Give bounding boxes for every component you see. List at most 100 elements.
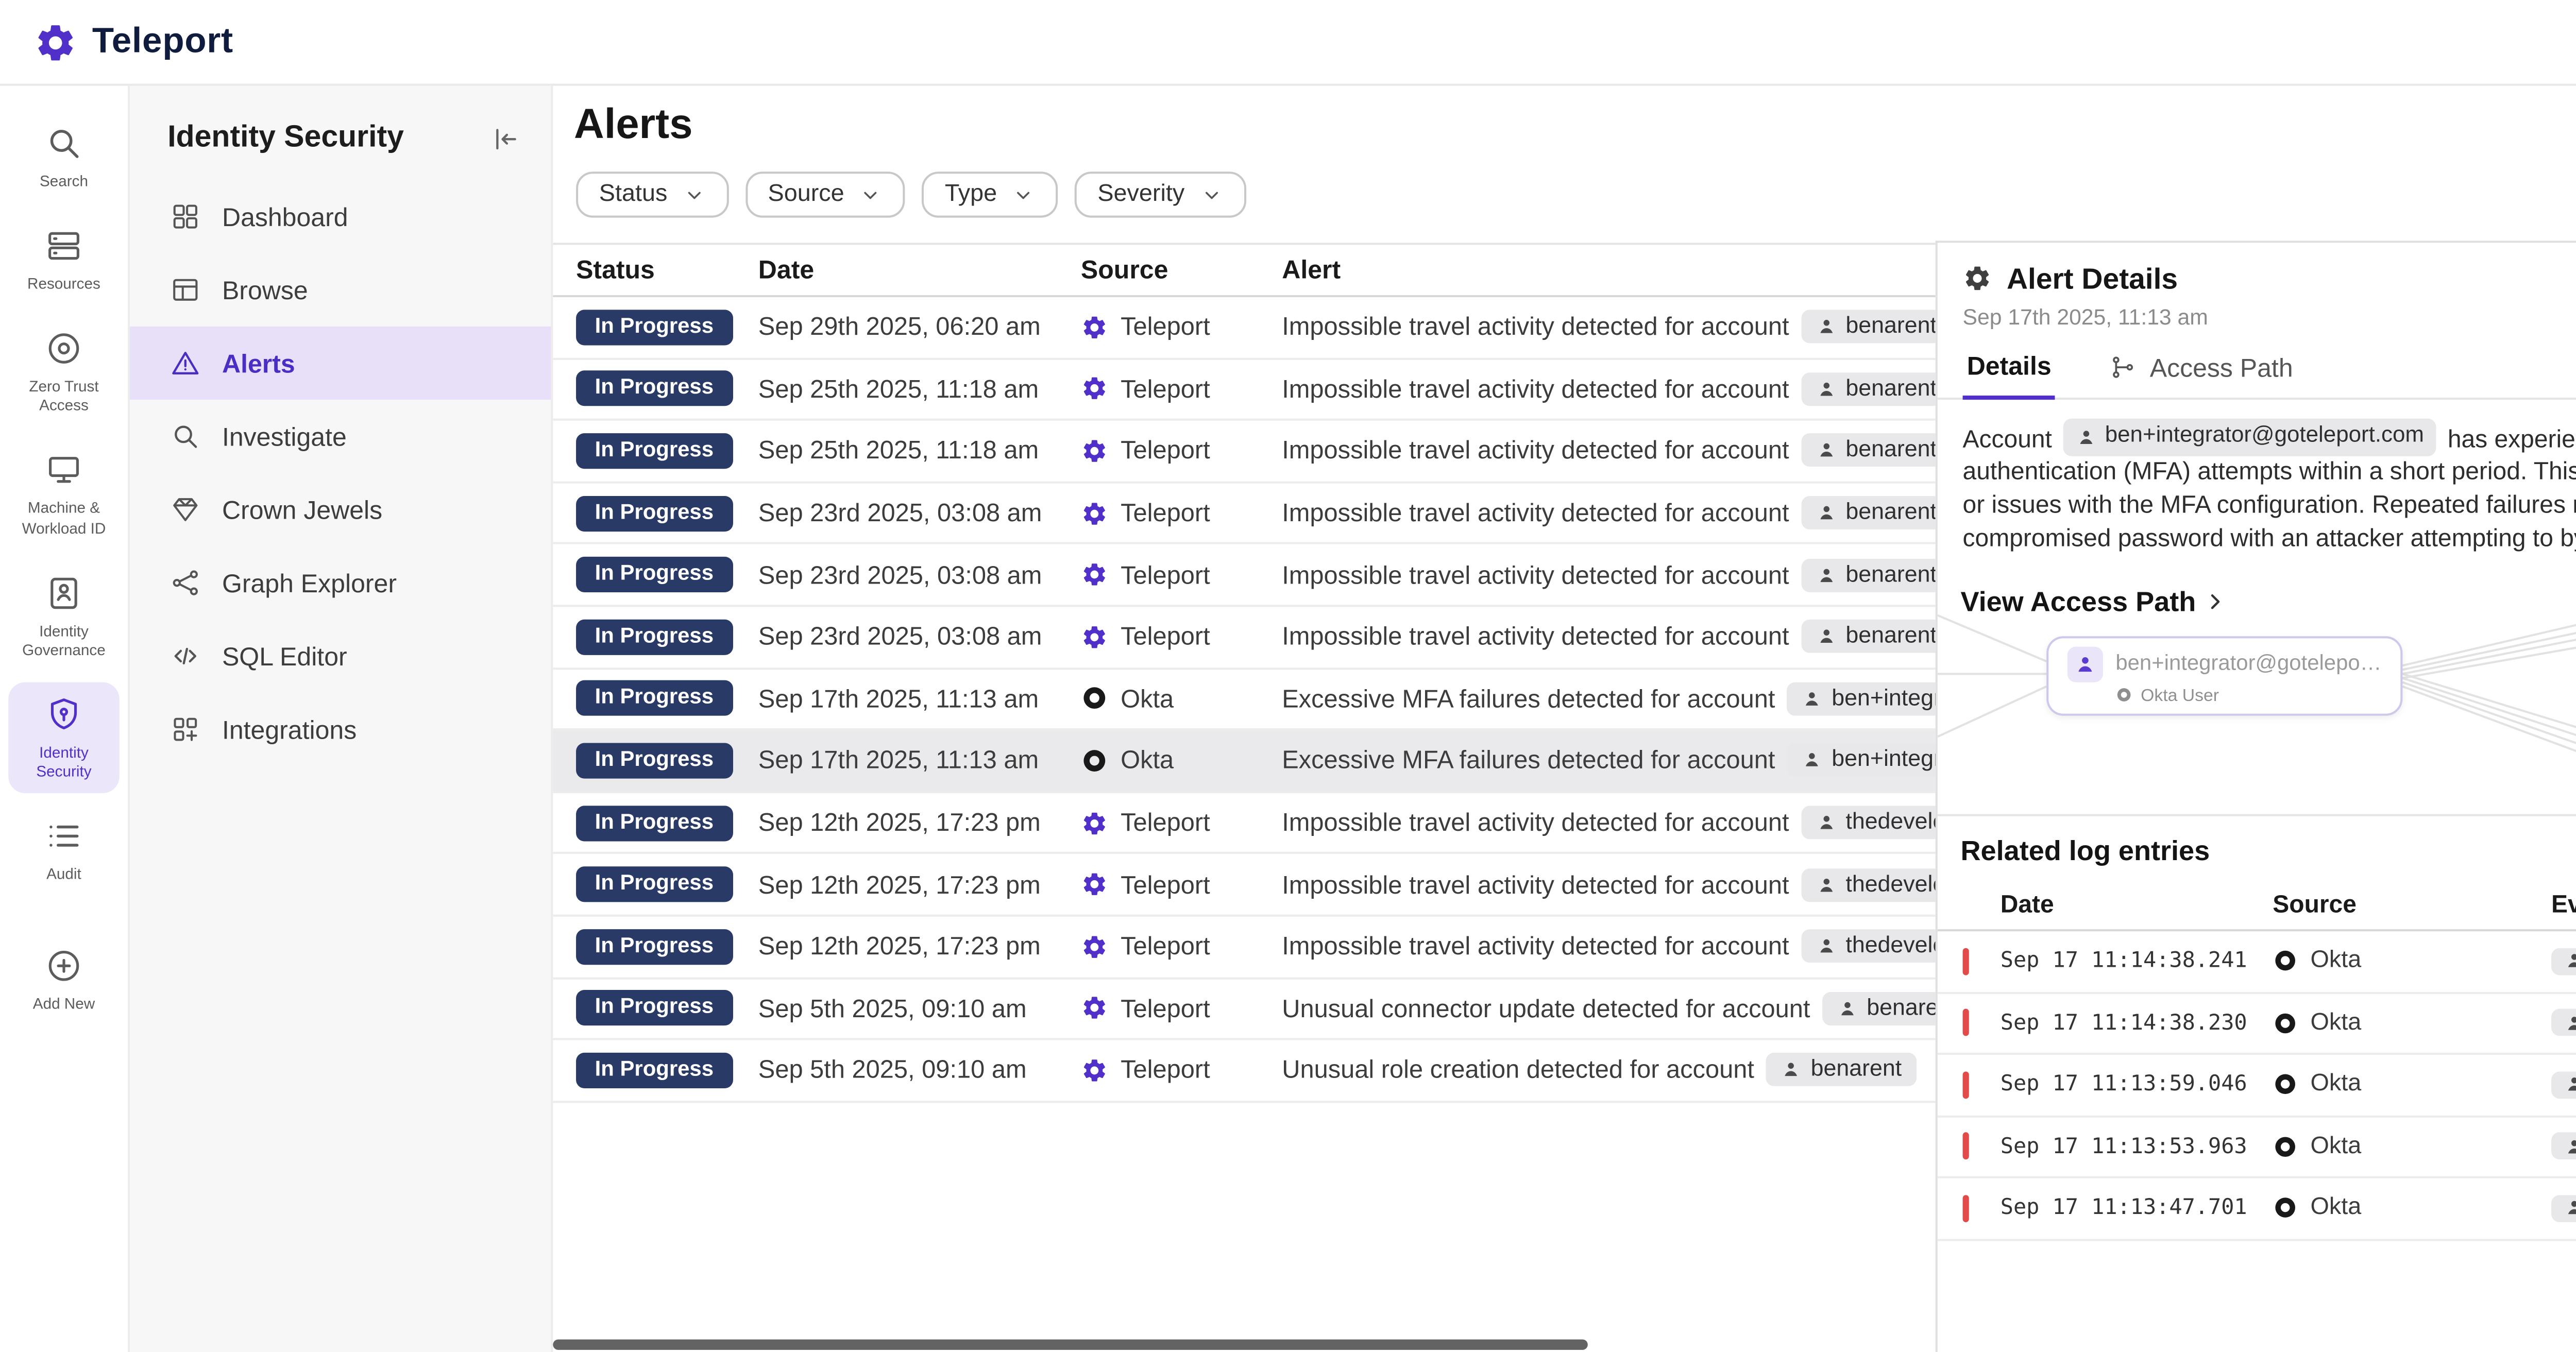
- nav-rail: Search Resources Zero Trust Access Machi…: [0, 86, 130, 1352]
- rail-item-audit[interactable]: Audit: [8, 804, 119, 896]
- account-chip[interactable]: benarent: [1802, 558, 1936, 592]
- user-icon: [1802, 750, 1823, 772]
- sidebar-title: Identity Security: [167, 122, 404, 155]
- table-row[interactable]: In Progress Sep 23rd 2025, 03:08 am Tele…: [553, 607, 1935, 669]
- account-chip[interactable]: ben+integrator@goteleport.com: [2063, 419, 2436, 455]
- alert-cell: Unusual role creation detected for accou…: [1282, 1054, 1935, 1087]
- table-row[interactable]: In Progress Sep 12th 2025, 17:23 pm Tele…: [553, 917, 1935, 979]
- filter-button[interactable]: Severity: [1075, 172, 1246, 217]
- account-chip[interactable]: benarent: [1802, 496, 1936, 529]
- horizontal-scrollbar[interactable]: [553, 1340, 1587, 1350]
- rail-item-machine-workload-id[interactable]: Machine & Workload ID: [8, 438, 119, 550]
- status-badge: In Progress: [576, 310, 733, 345]
- account-chip[interactable]: ben+integrator@goteleport.com: [2551, 1009, 2576, 1037]
- status-badge: In Progress: [576, 805, 733, 841]
- sidebar-item-sql-editor[interactable]: SQL Editor: [130, 620, 551, 693]
- tab-details[interactable]: Details: [1963, 348, 2056, 400]
- account-chip[interactable]: thedevelopnik: [1802, 868, 1936, 901]
- rail-item-add-new[interactable]: Add New: [8, 934, 119, 1026]
- account-chip[interactable]: ben+integrator@goteleport.com: [1788, 682, 1936, 715]
- account-chip[interactable]: ben+integrator@goteleport.com: [2551, 1071, 2576, 1098]
- sidebar-item-integrations[interactable]: Integrations: [130, 693, 551, 766]
- sidebar-item-graph-explorer[interactable]: Graph Explorer: [130, 546, 551, 620]
- source-cell: Okta: [1081, 684, 1282, 713]
- status-badge: In Progress: [576, 929, 733, 964]
- account-chip[interactable]: ben+integrator@goteleport.com: [2551, 1133, 2576, 1160]
- rail-item-zero-trust-access[interactable]: Zero Trust Access: [8, 316, 119, 427]
- access-path-node-okta-user[interactable]: ben+integrator@goteleport.c... Okta User: [2046, 636, 2402, 715]
- account-chip[interactable]: benarent: [1802, 311, 1936, 344]
- rail-item-resources[interactable]: Resources: [8, 214, 119, 306]
- okta-icon: [2273, 949, 2298, 974]
- severity-marker: [1963, 1071, 1969, 1098]
- sidebar-item-investigate[interactable]: Investigate: [130, 400, 551, 473]
- table-row[interactable]: In Progress Sep 12th 2025, 17:23 pm Tele…: [553, 793, 1935, 854]
- rail-item-search[interactable]: Search: [8, 111, 119, 203]
- date-cell: Sep 23rd 2025, 03:08 am: [758, 498, 1081, 527]
- filter-button[interactable]: Type: [922, 172, 1058, 217]
- user-icon: [1816, 936, 1837, 957]
- status-cell: In Progress: [576, 805, 758, 841]
- log-row[interactable]: Sep 17 11:13:59.046 Okta ben+integrator@…: [1938, 1055, 2576, 1117]
- account-chip[interactable]: benarent: [1823, 991, 1936, 1025]
- tab-access-path[interactable]: Access Path: [2106, 348, 2297, 400]
- date-cell: Sep 12th 2025, 17:23 pm: [758, 870, 1081, 899]
- rail-item-identity-governance[interactable]: Identity Governance: [8, 560, 119, 672]
- filter-button[interactable]: Source: [745, 172, 905, 217]
- alert-cell: Impossible travel activity detected for …: [1282, 311, 1935, 344]
- account-chip[interactable]: thedevelopnik: [1802, 930, 1936, 963]
- account-chip[interactable]: ben+integrator@goteleport.com: [1788, 744, 1936, 777]
- account-chip[interactable]: benarent: [1802, 620, 1936, 654]
- sidebar-item-alerts[interactable]: Alerts: [130, 327, 551, 400]
- gear-icon: [1963, 264, 1992, 293]
- view-access-path-link[interactable]: View Access Path: [1960, 586, 2229, 618]
- table-row[interactable]: In Progress Sep 29th 2025, 06:20 am Tele…: [553, 297, 1935, 359]
- account-chip[interactable]: benarent: [1802, 372, 1936, 406]
- account-chip[interactable]: benarent: [1767, 1054, 1916, 1087]
- alerts-table-header: Status Date Source Alert: [553, 245, 1935, 297]
- log-table-header: Date Source Event: [1938, 877, 2576, 932]
- log-row[interactable]: Sep 17 11:14:38.241 Okta ben+integrator@…: [1938, 931, 2576, 993]
- teleport-logo[interactable]: Teleport: [33, 20, 233, 64]
- account-chip[interactable]: benarent: [1802, 434, 1936, 468]
- log-row[interactable]: Sep 17 11:14:38.230 Okta ben+integrator@…: [1938, 993, 2576, 1055]
- sidebar-item-crown-jewels[interactable]: Crown Jewels: [130, 473, 551, 546]
- alerts-warning-icon: [170, 348, 201, 379]
- resources-icon: [44, 226, 83, 266]
- log-row[interactable]: Sep 17 11:13:53.963 Okta ben+integrator@…: [1938, 1117, 2576, 1178]
- account-chip[interactable]: ben+integrator@goteleport.com: [2551, 948, 2576, 975]
- okta-icon: [2273, 1011, 2298, 1036]
- log-event: ben+integrator@goteleport.com logged int…: [2551, 1071, 2576, 1098]
- identity-governance-icon: [44, 573, 83, 612]
- sidebar-item-browse[interactable]: Browse: [130, 253, 551, 327]
- sidebar: Identity Security Dashboard Browse Alert…: [130, 86, 553, 1352]
- table-row[interactable]: In Progress Sep 25th 2025, 11:18 am Tele…: [553, 421, 1935, 483]
- table-row[interactable]: In Progress Sep 5th 2025, 09:10 am Telep…: [553, 979, 1935, 1040]
- table-row[interactable]: In Progress Sep 12th 2025, 17:23 pm Tele…: [553, 854, 1935, 916]
- log-source: Okta: [2273, 1134, 2551, 1159]
- investigate-icon: [170, 421, 201, 452]
- teleport-gear-icon: [33, 20, 77, 64]
- table-row[interactable]: In Progress Sep 17th 2025, 11:13 am Okta…: [553, 731, 1935, 793]
- account-chip[interactable]: ben+integrator@goteleport.com: [2551, 1194, 2576, 1222]
- account-chip[interactable]: thedevelopnik: [1802, 806, 1936, 840]
- sidebar-item-dashboard[interactable]: Dashboard: [130, 180, 551, 253]
- log-source: Okta: [2273, 949, 2551, 974]
- table-row[interactable]: In Progress Sep 25th 2025, 11:18 am Tele…: [553, 359, 1935, 421]
- log-row[interactable]: Sep 17 11:13:47.701 Okta ben+integrator@…: [1938, 1178, 2576, 1240]
- source-cell: Okta: [1081, 746, 1282, 775]
- alerts-main: Alerts Status Source Type Sever: [553, 86, 1935, 1352]
- filter-button[interactable]: Status: [576, 172, 728, 217]
- table-row[interactable]: In Progress Sep 23rd 2025, 03:08 am Tele…: [553, 545, 1935, 607]
- okta-icon: [1081, 685, 1108, 712]
- table-row[interactable]: In Progress Sep 5th 2025, 09:10 am Telep…: [553, 1040, 1935, 1102]
- rail-item-identity-security[interactable]: Identity Security: [8, 682, 119, 793]
- status-cell: In Progress: [576, 495, 758, 530]
- teleport-icon: [1081, 809, 1108, 836]
- chevron-down-icon: [1199, 183, 1223, 207]
- collapse-sidebar-icon[interactable]: [490, 123, 521, 154]
- table-row[interactable]: In Progress Sep 17th 2025, 11:13 am Okta…: [553, 669, 1935, 731]
- user-icon: [1816, 503, 1837, 524]
- sql-editor-code-icon: [170, 640, 201, 672]
- table-row[interactable]: In Progress Sep 23rd 2025, 03:08 am Tele…: [553, 483, 1935, 545]
